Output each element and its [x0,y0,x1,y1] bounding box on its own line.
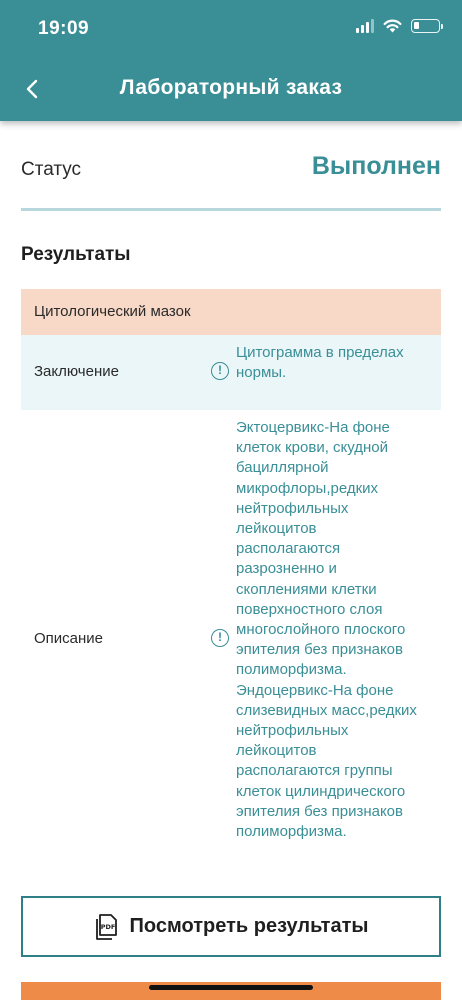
test-name: Цитологический мазок [34,303,191,320]
app-header: 19:09 Лабораторный заказ [0,0,462,121]
conclusion-label: Заключение [34,363,119,380]
test-section-header: Цитологический мазок [21,289,441,335]
result-row-conclusion: Заключение ! Цитограмма в пределах нормы… [21,335,441,410]
status-icons [356,19,443,33]
status-value: Выполнен [311,152,441,180]
page-title: Лабораторный заказ [119,76,343,99]
battery-icon [411,19,443,33]
view-results-label: Посмотреть результаты [129,915,369,937]
pdf-icon: PDF [95,913,117,940]
results-heading: Результаты [21,244,131,265]
description-label: Описание [34,630,104,647]
result-row-description: Описание ! Эктоцервикс-На фоне клеток кр… [21,410,441,854]
description-value: Эктоцервикс-На фоне клеток крови, скудно… [236,419,417,841]
status-divider [21,208,441,211]
status-bar: 19:09 [0,0,462,60]
info-icon[interactable]: ! [211,629,229,647]
svg-text:PDF: PDF [100,923,115,931]
conclusion-value: Цитограмма в пределах нормы. [236,344,404,382]
view-results-button[interactable]: PDF Посмотреть результаты [21,896,441,957]
status-label: Статус [21,159,82,180]
order-status-row: Статус Выполнен [21,150,441,190]
cellular-signal-icon [356,19,374,33]
home-indicator [149,985,313,990]
info-icon[interactable]: ! [211,362,229,380]
wifi-icon [383,19,402,33]
status-time: 19:09 [38,18,90,39]
